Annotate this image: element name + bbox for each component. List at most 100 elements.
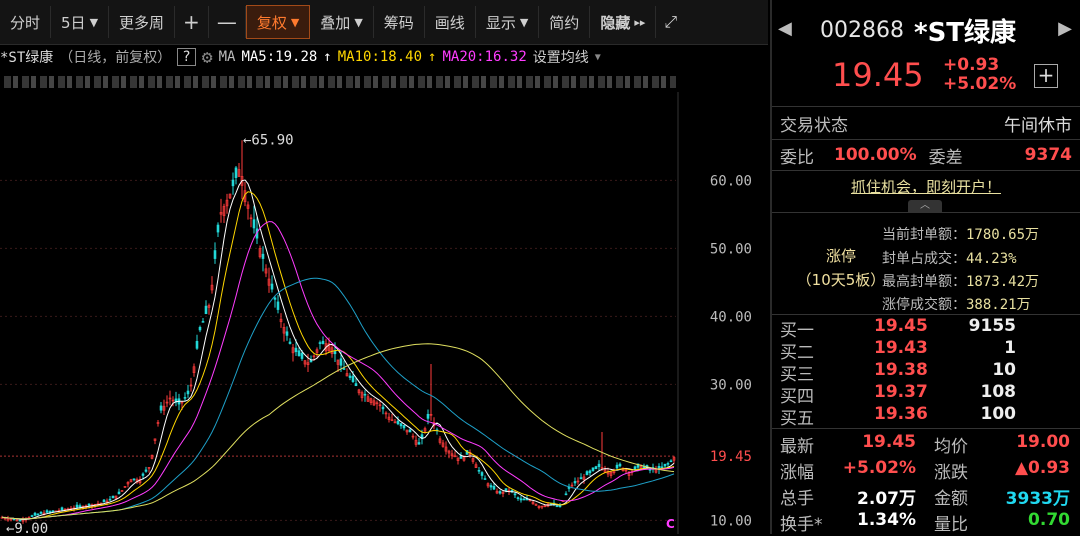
candle-body <box>516 497 520 499</box>
candle-body <box>585 471 589 476</box>
limit-up-badge: 涨停 （10天5板） <box>796 244 886 292</box>
candle-body <box>201 321 205 323</box>
tab-more-period[interactable]: 更多周 <box>109 6 176 38</box>
candle-body <box>75 504 79 508</box>
y-tick-label: 30.00 <box>710 377 752 393</box>
candle-body <box>159 405 163 411</box>
ma-settings-button[interactable]: 设置均线 <box>533 47 589 67</box>
candles <box>0 140 676 524</box>
candle-body <box>396 420 400 425</box>
candle-body <box>348 375 352 378</box>
limit-info-label: 当前封单额： <box>882 227 966 243</box>
amount-value: 3933万 <box>1005 489 1070 509</box>
candle-body <box>285 331 289 336</box>
overlay-button[interactable]: 叠加 ▼ <box>310 6 374 38</box>
orderbook-row[interactable]: 买四 19.37 108 <box>780 382 1072 407</box>
candle-body <box>51 510 55 512</box>
change-value: +0.93 <box>943 55 1000 75</box>
quote-row: 最新 19.45 均价 19.00 <box>780 432 1072 458</box>
quote-panel: ◀ ▶ 002868 *ST绿康 19.45 +0.93 +5.02% + 交易… <box>772 0 1080 535</box>
zoom-out-button[interactable]: — <box>209 6 246 38</box>
candle-body <box>204 305 208 314</box>
ob-label: 买五 <box>780 409 814 429</box>
candle-body <box>231 179 235 187</box>
gear-icon[interactable]: ⚙ <box>202 47 213 68</box>
candle-body <box>492 486 496 490</box>
order-ratio-row: 委比 100.00% 委差 9374 <box>780 142 1072 168</box>
y-tick-label: 60.00 <box>710 173 752 189</box>
fullscreen-icon[interactable]: ⤢ <box>656 6 685 38</box>
max-price-label: ←65.90 <box>243 132 294 148</box>
trade-status-value: 午间休市 <box>1004 115 1072 136</box>
candle-body <box>252 219 256 229</box>
candle-body <box>132 478 136 481</box>
collapse-icon[interactable]: ︿ <box>908 200 942 212</box>
zoom-in-button[interactable]: + <box>175 6 209 38</box>
up-arrow-icon: ↑ <box>323 49 332 65</box>
candle-body <box>213 250 217 259</box>
chips-button[interactable]: 筹码 <box>374 6 425 38</box>
chart-labels: 60.00 50.00 40.00 30.00 10.00 19.45 ←65.90 ←9.0… <box>6 132 752 534</box>
open-account-link[interactable]: 抓住机会，即刻开户！ <box>772 176 1080 197</box>
avg-label: 均价 <box>934 437 968 457</box>
orderbook-row[interactable]: 买五 19.36 100 <box>780 404 1072 429</box>
candle-body <box>663 463 667 467</box>
candle-body <box>666 463 670 465</box>
candle-body <box>402 425 406 429</box>
divider <box>772 170 1080 171</box>
tab-intraday[interactable]: 分时 <box>0 6 52 38</box>
y-tick-label: 40.00 <box>710 309 752 325</box>
ob-volume: 10 <box>992 360 1016 380</box>
stock-code: 002868 <box>820 17 904 43</box>
display-button[interactable]: 显示 ▼ <box>476 6 540 38</box>
candle-body <box>480 472 484 476</box>
draw-line-button[interactable]: 画线 <box>425 6 476 38</box>
help-button[interactable]: ? <box>177 48 196 66</box>
orderbook-row[interactable]: 买二 19.43 1 <box>780 338 1072 363</box>
latest-value: 19.45 <box>862 432 916 452</box>
candle-body <box>33 512 37 516</box>
candle-body <box>294 347 298 353</box>
chevron-down-icon: ▼ <box>89 15 99 29</box>
limit-info-label: 封单占成交： <box>882 251 966 267</box>
add-watchlist-button[interactable]: + <box>1034 64 1058 88</box>
candle-body <box>300 352 304 359</box>
candle-body <box>489 485 493 488</box>
candle-body <box>297 350 301 357</box>
candle-body <box>381 406 385 410</box>
trade-status-row: 交易状态 午间休市 <box>780 110 1072 136</box>
candle-body <box>141 473 145 476</box>
limit-info-row: 当前封单额：1780.65万 <box>882 224 1039 244</box>
ob-volume: 9155 <box>968 316 1016 336</box>
quote-row: 涨幅 +5.02% 涨跌 ▲0.93 <box>780 458 1072 484</box>
candle-body <box>102 499 106 503</box>
chart-stock-name: *ST绿康 <box>0 50 54 66</box>
chart-mode: （日线，前复权） <box>59 50 172 66</box>
orderbook-row[interactable]: 买三 19.38 10 <box>780 360 1072 385</box>
ob-price: 19.38 <box>874 360 928 380</box>
candle-body <box>483 478 487 480</box>
chart-grid <box>0 92 679 534</box>
candle-body <box>309 360 313 363</box>
simple-mode-button[interactable]: 简约 <box>539 6 591 38</box>
candle-body <box>261 253 265 259</box>
chart-header: *ST绿康 （日线，前复权） ? ⚙ MA MA5:19.28 ↑ MA10:18… <box>0 46 680 68</box>
candle-body <box>198 326 202 331</box>
tab-5day[interactable]: 5日 ▼ <box>51 6 110 38</box>
ma10-line <box>1 191 675 520</box>
orderbook-row[interactable]: 买一 19.45 9155 <box>780 316 1072 341</box>
candle-body <box>498 491 502 494</box>
price-change: +0.93 +5.02% <box>943 56 1016 94</box>
candle-body <box>108 498 112 501</box>
avg-value: 19.00 <box>1016 432 1070 452</box>
kline-chart[interactable]: 60.00 50.00 40.00 30.00 10.00 19.45 ←65.90 ←9.0… <box>0 92 768 534</box>
candle-body <box>30 515 34 517</box>
candle-body <box>87 503 91 506</box>
ma20-value: MA20:16.32 <box>442 49 527 65</box>
divider <box>772 314 1080 315</box>
ma5-value: MA5:19.28 <box>241 49 318 65</box>
adjust-button[interactable]: 复权 ▼ <box>245 5 311 39</box>
hide-panel-button[interactable]: 隐藏 ▸▸ <box>590 6 657 38</box>
limit-info-value: 44.23% <box>966 251 1017 267</box>
ma-label: MA <box>218 49 236 65</box>
